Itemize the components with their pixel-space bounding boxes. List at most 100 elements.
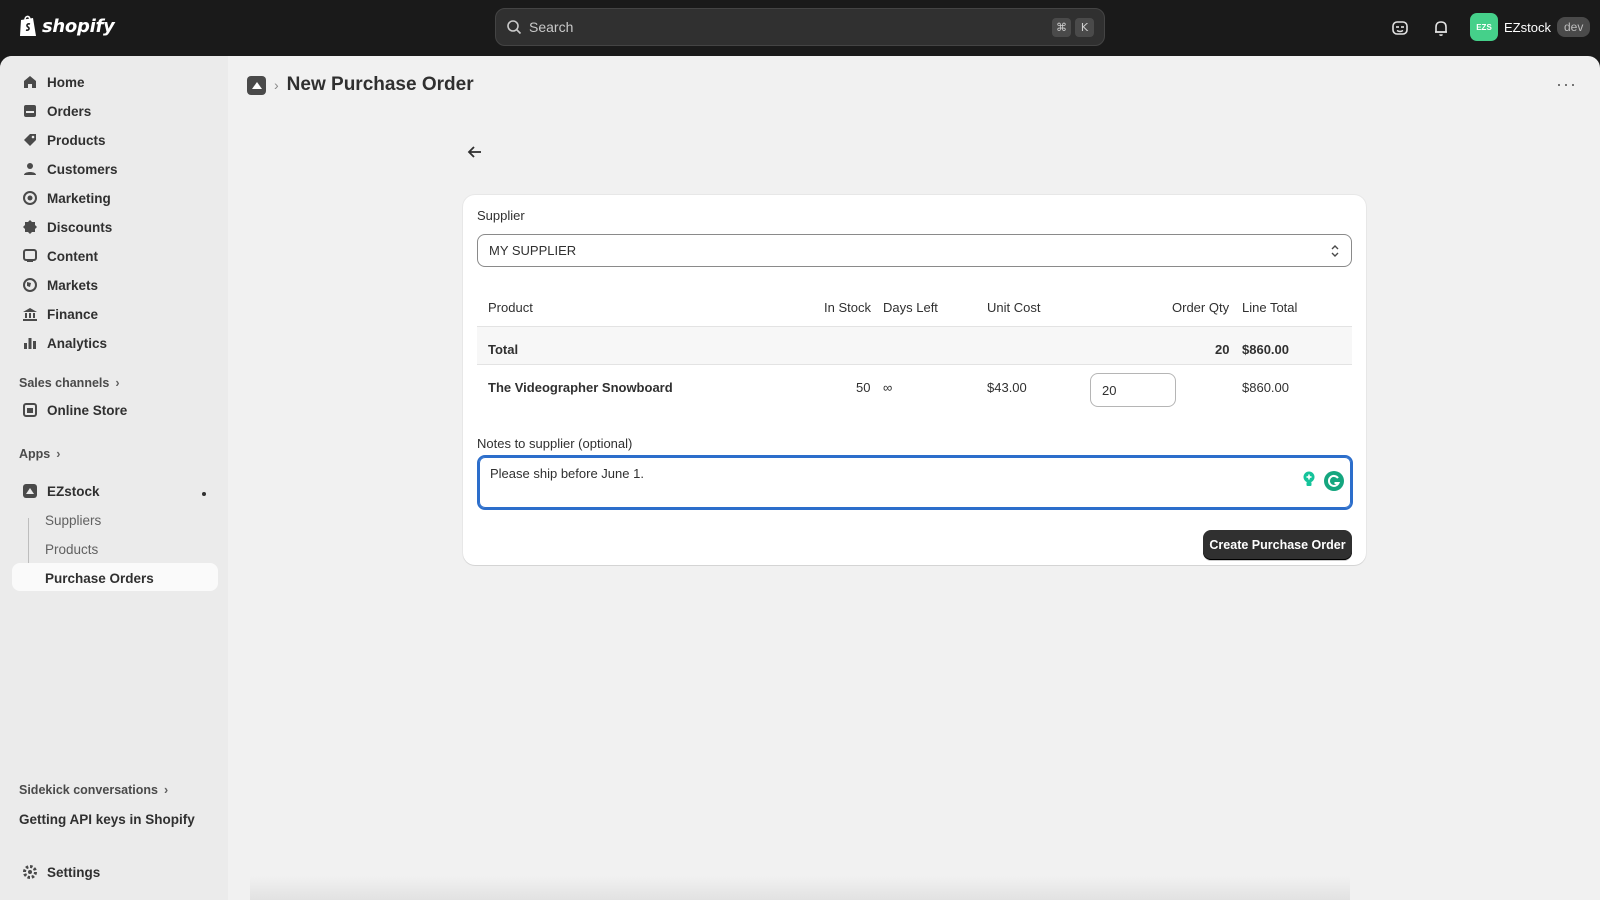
- sidekick-icon[interactable]: [1390, 18, 1410, 38]
- bar-chart-icon: [24, 338, 36, 349]
- orders-icon: [24, 105, 36, 117]
- supplier-select[interactable]: MY SUPPLIER: [477, 234, 1352, 267]
- target-icon: [23, 191, 37, 205]
- shortcut-cmd-key: ⌘: [1052, 17, 1071, 37]
- notes-value: Please ship before June 1.: [490, 466, 644, 481]
- sidebar-item-label: Home: [47, 74, 85, 90]
- supplier-select-value: MY SUPPLIER: [489, 243, 577, 258]
- sidebar-item-settings[interactable]: Settings: [12, 858, 218, 886]
- avatar: EZS: [1470, 13, 1498, 41]
- discount-icon: [23, 220, 37, 234]
- sidebar-item-products[interactable]: Products: [12, 126, 218, 154]
- days-left-cell: ∞: [883, 380, 893, 395]
- gear-icon: [23, 865, 37, 879]
- column-header-unit-cost: Unit Cost: [987, 300, 1041, 315]
- total-qty: 20: [1215, 342, 1230, 357]
- sidebar-item-analytics[interactable]: Analytics: [12, 329, 218, 357]
- shopify-bag-icon: [20, 15, 36, 36]
- supplier-label: Supplier: [477, 208, 525, 223]
- sidebar-item-label: EZstock: [47, 483, 100, 499]
- mountain-icon: [251, 82, 262, 89]
- apps-label: Apps: [19, 447, 51, 461]
- page-title: New Purchase Order: [286, 74, 474, 95]
- bell-icon[interactable]: [1431, 18, 1451, 38]
- chevron-right-icon: ›: [56, 447, 61, 461]
- sidekick-header[interactable]: Sidekick conversations ›: [19, 783, 168, 797]
- content-icon: [23, 249, 37, 262]
- purchase-order-card: Supplier MY SUPPLIER Product In Stock Da…: [463, 195, 1366, 565]
- notes-label: Notes to supplier (optional): [477, 436, 633, 451]
- sidebar: Home Orders Products Customers Marketing…: [0, 56, 228, 900]
- sidebar-item-finance[interactable]: Finance: [12, 300, 218, 328]
- apps-header[interactable]: Apps ›: [19, 447, 60, 461]
- sidebar-item-label: Discounts: [47, 219, 113, 235]
- column-header-order-qty: Order Qty: [1172, 300, 1230, 315]
- ezstock-app-icon: [23, 484, 37, 498]
- sidebar-subitem-products[interactable]: Products: [45, 542, 98, 557]
- sidebar-item-label: Settings: [47, 864, 101, 880]
- sidebar-subitem-suppliers[interactable]: Suppliers: [45, 513, 101, 528]
- sidebar-subitem-purchase-orders[interactable]: Purchase Orders: [45, 571, 154, 586]
- unit-cost-cell: $43.00: [987, 380, 1027, 395]
- bottom-fade: [250, 876, 1350, 900]
- search-input[interactable]: Search: [529, 19, 1048, 35]
- env-badge: dev: [1556, 17, 1591, 37]
- column-header-line-total: Line Total: [1242, 300, 1298, 315]
- sidebar-item-orders[interactable]: Orders: [12, 97, 218, 125]
- sidekick-label: Sidekick conversations: [19, 783, 158, 797]
- sidekick-conversation-item[interactable]: Getting API keys in Shopify: [19, 812, 195, 827]
- search-bar[interactable]: Search ⌘ K: [495, 8, 1105, 46]
- sidebar-item-markets[interactable]: Markets: [12, 271, 218, 299]
- sidebar-item-online-store[interactable]: Online Store: [12, 396, 218, 424]
- shopify-logo[interactable]: shopify: [18, 14, 115, 38]
- store-name: EZstock: [1504, 19, 1551, 35]
- in-stock-cell: 50: [856, 380, 871, 395]
- product-name-cell: The Videographer Snowboard: [488, 380, 673, 395]
- create-purchase-order-button[interactable]: Create Purchase Order: [1203, 530, 1352, 560]
- sidebar-item-discounts[interactable]: Discounts: [12, 213, 218, 241]
- sidebar-item-ezstock[interactable]: EZstock: [12, 477, 218, 505]
- more-actions-icon[interactable]: ···: [1556, 74, 1577, 95]
- grammarly-icon[interactable]: [1323, 470, 1345, 492]
- home-icon: [24, 76, 36, 88]
- total-line-total: $860.00: [1242, 342, 1289, 357]
- select-arrows-icon: [1331, 245, 1339, 257]
- sidebar-item-marketing[interactable]: Marketing: [12, 184, 218, 212]
- sidebar-item-label: Products: [47, 132, 106, 148]
- sidebar-item-home[interactable]: Home: [12, 68, 218, 96]
- sidebar-item-content[interactable]: Content: [12, 242, 218, 270]
- column-header-product: Product: [488, 300, 533, 315]
- chevron-right-icon: ›: [274, 77, 279, 93]
- notes-textarea[interactable]: Please ship before June 1.: [477, 455, 1353, 510]
- search-icon: [507, 20, 522, 35]
- top-bar: shopify Search ⌘ K EZS EZstock dev: [0, 0, 1600, 56]
- chevron-right-icon: ›: [115, 376, 120, 390]
- grammarly-widget[interactable]: [1300, 470, 1345, 492]
- total-label: Total: [488, 342, 519, 357]
- lightbulb-icon[interactable]: [1300, 470, 1318, 488]
- line-total-cell: $860.00: [1242, 380, 1289, 395]
- user-menu[interactable]: EZS EZstock dev: [1470, 13, 1591, 41]
- sidebar-item-label: Content: [47, 248, 98, 264]
- sales-channels-label: Sales channels: [19, 376, 110, 390]
- column-header-days-left: Days Left: [883, 300, 938, 315]
- order-qty-value: 20: [1102, 382, 1117, 398]
- logo-text: shopify: [42, 15, 115, 37]
- shortcut-k-key: K: [1075, 17, 1094, 37]
- sales-channels-header[interactable]: Sales channels ›: [19, 376, 120, 390]
- sidebar-item-label: Analytics: [47, 335, 108, 351]
- ezstock-app-icon[interactable]: [247, 75, 266, 95]
- sidebar-item-label: Orders: [47, 103, 92, 119]
- person-icon: [24, 163, 36, 175]
- sidebar-item-label: Marketing: [47, 190, 111, 206]
- back-arrow-icon[interactable]: [465, 142, 485, 162]
- column-header-in-stock: In Stock: [824, 300, 871, 315]
- order-qty-input[interactable]: 20: [1090, 373, 1176, 407]
- breadcrumb: › New Purchase Order: [247, 74, 474, 96]
- globe-icon: [23, 278, 37, 292]
- sidebar-item-label: Markets: [47, 277, 99, 293]
- sidebar-item-customers[interactable]: Customers: [12, 155, 218, 183]
- sidebar-item-label: Finance: [47, 306, 99, 322]
- storefront-icon: [23, 403, 37, 417]
- tag-icon: [24, 134, 36, 146]
